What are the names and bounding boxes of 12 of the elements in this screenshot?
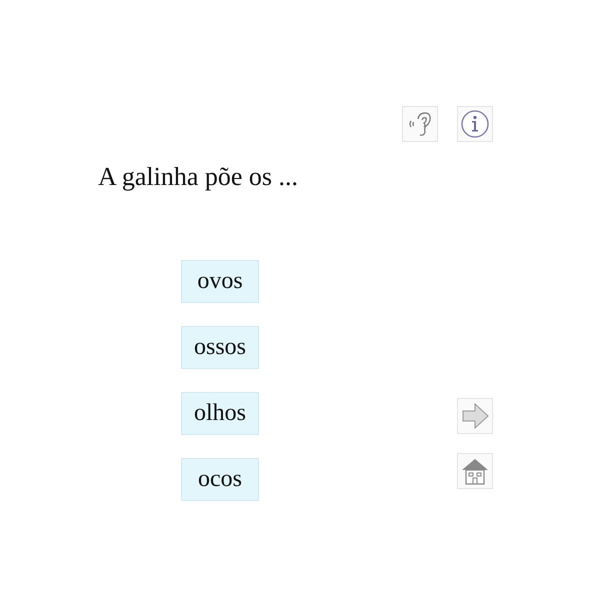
answer-option[interactable]: olhos <box>181 392 259 435</box>
home-button[interactable] <box>457 453 493 489</box>
answer-option[interactable]: ovos <box>181 260 259 303</box>
listen-button[interactable] <box>402 106 438 142</box>
house-icon <box>460 456 490 486</box>
info-button[interactable] <box>457 106 493 142</box>
arrow-icon <box>460 401 490 431</box>
answer-option[interactable]: ocos <box>181 458 259 501</box>
answer-option[interactable]: ossos <box>181 326 259 369</box>
info-icon <box>460 109 490 139</box>
next-button[interactable] <box>457 398 493 434</box>
question-text: A galinha põe os ... <box>98 162 298 192</box>
